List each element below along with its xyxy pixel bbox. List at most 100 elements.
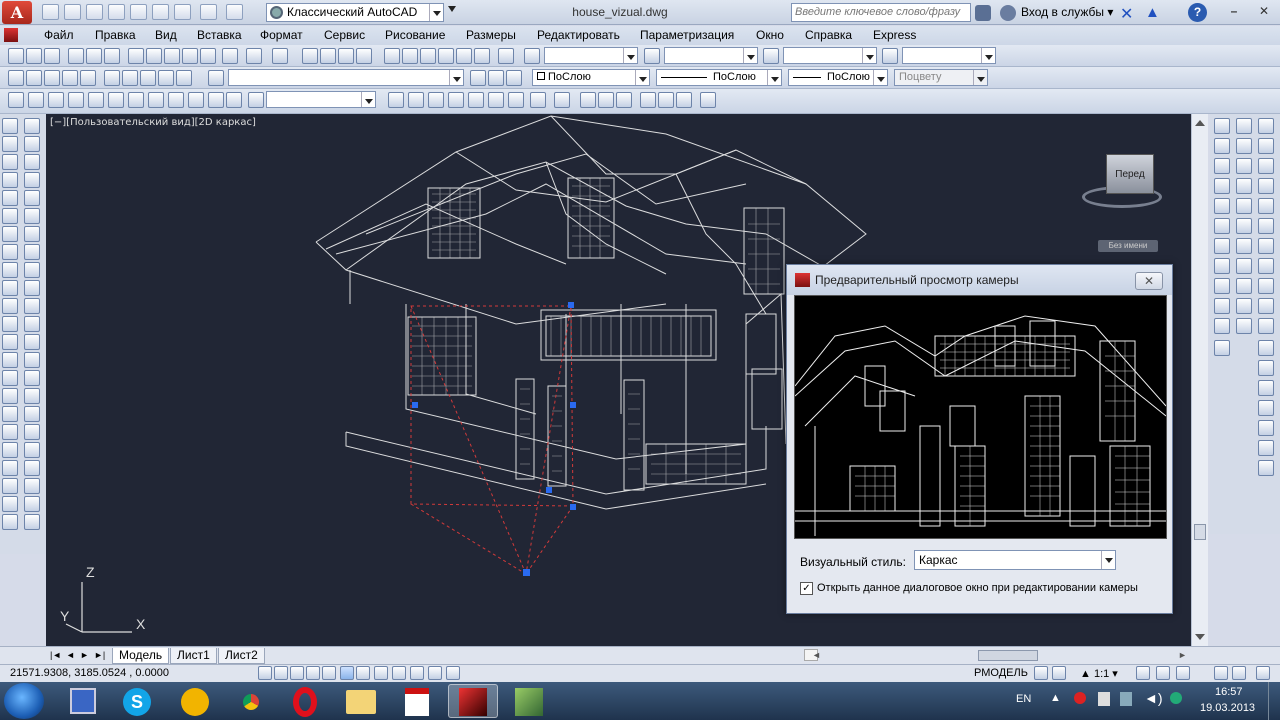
- hscroll-thumb[interactable]: [978, 650, 1038, 661]
- taskbar-pdf[interactable]: [392, 684, 442, 718]
- conceptual-icon[interactable]: [448, 92, 464, 108]
- ucs-view-icon[interactable]: [1258, 420, 1274, 436]
- open-dialog-checkbox[interactable]: ✓: [800, 582, 813, 595]
- gradient-icon[interactable]: [2, 388, 18, 404]
- scroll-thumb[interactable]: [1194, 524, 1206, 540]
- add-selected-icon[interactable]: [2, 460, 18, 476]
- layer-properties-icon[interactable]: [8, 70, 24, 86]
- delete-faces-icon[interactable]: [1236, 218, 1252, 234]
- helix-icon[interactable]: [1214, 198, 1230, 214]
- taskbar-app-green[interactable]: [504, 684, 554, 718]
- se-iso-icon[interactable]: [148, 92, 164, 108]
- dim-style-combo[interactable]: [664, 47, 758, 64]
- color-edges-icon[interactable]: [1258, 258, 1274, 274]
- polygon-icon[interactable]: [2, 172, 18, 188]
- otrack-icon[interactable]: [374, 666, 388, 680]
- taskbar-app-triangle[interactable]: [170, 684, 220, 718]
- annotation-visibility-icon[interactable]: [1136, 666, 1150, 680]
- clean-icon[interactable]: [1236, 318, 1252, 334]
- close-button[interactable]: ✕: [1135, 272, 1163, 290]
- draw-order-icon[interactable]: [2, 478, 18, 494]
- circle-icon[interactable]: [2, 226, 18, 242]
- line-icon[interactable]: [2, 118, 18, 134]
- extrude-faces-icon[interactable]: [1258, 178, 1274, 194]
- offset-faces-icon[interactable]: [1258, 198, 1274, 214]
- torus-icon[interactable]: [24, 442, 40, 458]
- preview-icon[interactable]: [86, 48, 102, 64]
- linetype-combo[interactable]: ПоСлою: [656, 69, 782, 86]
- menu-format[interactable]: Формат: [260, 28, 303, 42]
- constrained-orbit-icon[interactable]: [580, 92, 596, 108]
- zoom-window-icon[interactable]: [338, 48, 354, 64]
- properties-icon[interactable]: [384, 48, 400, 64]
- trim-icon[interactable]: [24, 262, 40, 278]
- 3d-align-icon[interactable]: [1214, 298, 1230, 314]
- workspace-selector[interactable]: Классический AutoCAD: [266, 3, 444, 22]
- imprint-icon[interactable]: [1236, 178, 1252, 194]
- paste-icon[interactable]: [164, 48, 180, 64]
- spline-icon[interactable]: [2, 262, 18, 278]
- plot-icon[interactable]: [152, 4, 169, 20]
- multileader-style-combo[interactable]: [902, 47, 996, 64]
- table-icon[interactable]: [2, 424, 18, 440]
- ducs-icon[interactable]: [392, 666, 406, 680]
- update-icon[interactable]: [1170, 692, 1182, 704]
- shaded-edges-icon[interactable]: [488, 92, 504, 108]
- front-view-icon[interactable]: [88, 92, 104, 108]
- visual-style-combo[interactable]: [266, 91, 376, 108]
- publish-icon[interactable]: [104, 48, 120, 64]
- right-view-icon[interactable]: [68, 92, 84, 108]
- rotate-faces-icon[interactable]: [1258, 218, 1274, 234]
- layer-prev-icon[interactable]: [506, 70, 522, 86]
- publish-icon[interactable]: [130, 4, 147, 20]
- layer-icon[interactable]: [208, 70, 224, 86]
- table-style-icon[interactable]: [763, 48, 779, 64]
- isolate-objects-icon[interactable]: [1232, 666, 1246, 680]
- union-icon[interactable]: [1236, 118, 1252, 134]
- layer-off-icon[interactable]: [176, 70, 192, 86]
- block-editor-icon[interactable]: [200, 48, 216, 64]
- stay-connected-icon[interactable]: ▲: [1145, 4, 1163, 22]
- layer-isolate-icon[interactable]: [122, 70, 138, 86]
- sweep-icon[interactable]: [24, 496, 40, 512]
- revcloud-icon[interactable]: [2, 244, 18, 260]
- point-icon[interactable]: [2, 352, 18, 368]
- rectangle-icon[interactable]: [2, 190, 18, 206]
- intersect-icon[interactable]: [1236, 138, 1252, 154]
- ucs-face-icon[interactable]: [1258, 380, 1274, 396]
- menu-edit[interactable]: Правка: [95, 28, 136, 42]
- lineweight-icon[interactable]: [428, 666, 442, 680]
- ucs-previous-icon[interactable]: [1258, 360, 1274, 376]
- ellipse-icon[interactable]: [2, 280, 18, 296]
- volume-icon[interactable]: ◄): [1144, 690, 1163, 706]
- mtext-icon[interactable]: [2, 442, 18, 458]
- realistic-icon[interactable]: [428, 92, 444, 108]
- sphere-icon[interactable]: [24, 424, 40, 440]
- taskbar-autocad[interactable]: [448, 684, 498, 718]
- dyn-icon[interactable]: [410, 666, 424, 680]
- ucs-world-icon[interactable]: [1258, 340, 1274, 356]
- pyramid-icon[interactable]: [1214, 178, 1230, 194]
- minimize-button[interactable]: –: [1220, 0, 1248, 22]
- nw-iso-icon[interactable]: [188, 92, 204, 108]
- continuous-orbit-icon[interactable]: [616, 92, 632, 108]
- box-icon[interactable]: [24, 388, 40, 404]
- ucs-origin-icon[interactable]: [1258, 440, 1274, 456]
- redo-icon[interactable]: [272, 48, 288, 64]
- language-indicator[interactable]: EN: [1016, 693, 1031, 705]
- customize-icon[interactable]: [226, 4, 243, 20]
- open-folder-icon[interactable]: [64, 4, 81, 20]
- visual-style-icon[interactable]: [248, 92, 264, 108]
- ortho-icon[interactable]: [306, 666, 320, 680]
- markup-icon[interactable]: [456, 48, 472, 64]
- stretch-icon[interactable]: [24, 244, 40, 260]
- ellipse-arc-icon[interactable]: [2, 298, 18, 314]
- dim-style-icon[interactable]: [644, 48, 660, 64]
- lineweight-combo[interactable]: ПоСлою: [788, 69, 888, 86]
- taskbar-skype[interactable]: S: [112, 684, 162, 718]
- orbit-icon[interactable]: [554, 92, 570, 108]
- menu-tools[interactable]: Сервис: [324, 28, 365, 42]
- menu-window[interactable]: Окно: [756, 28, 784, 42]
- thicken-icon[interactable]: [1258, 158, 1274, 174]
- save-icon[interactable]: [86, 4, 103, 20]
